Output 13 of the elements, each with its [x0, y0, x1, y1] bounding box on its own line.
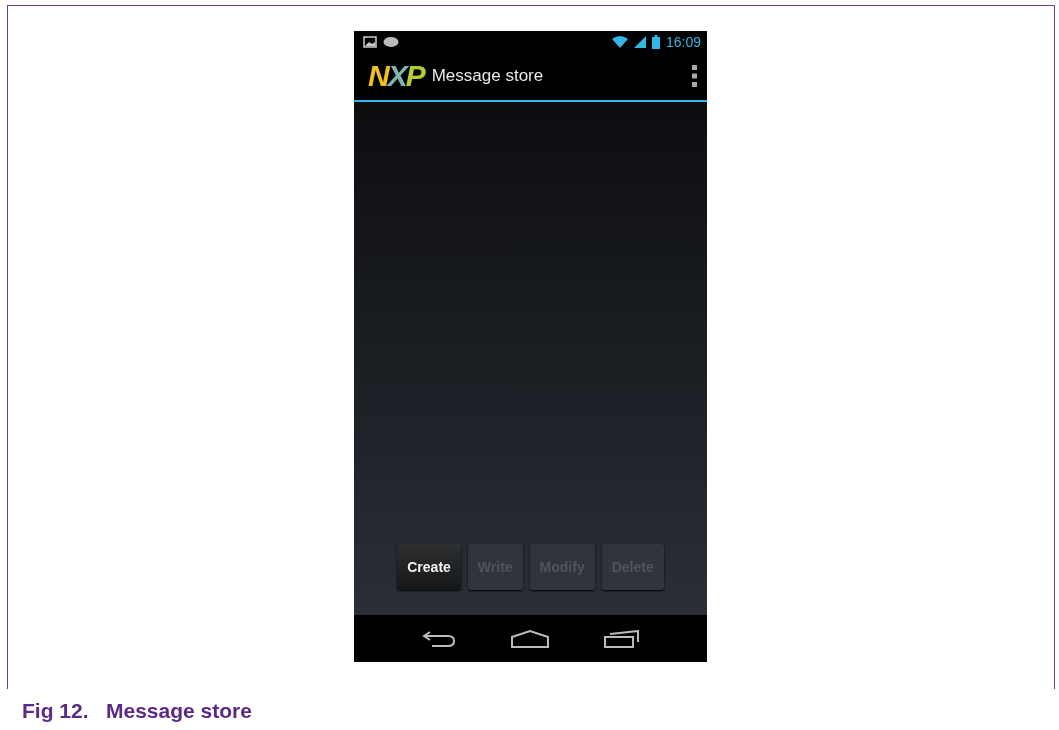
overflow-menu-icon[interactable]	[692, 65, 697, 87]
picture-icon	[363, 35, 377, 48]
recent-apps-icon[interactable]	[603, 629, 640, 648]
action-button[interactable]: Create	[397, 544, 461, 590]
signal-icon	[633, 35, 646, 48]
wifi-icon	[611, 35, 628, 48]
figure-caption: Fig 12. Message store	[21, 698, 253, 723]
app-title: Message store	[431, 66, 544, 86]
clock-text: 16:09	[665, 33, 701, 50]
logo: NXP	[368, 61, 424, 91]
back-icon[interactable]	[421, 629, 456, 648]
battery-icon	[651, 34, 660, 49]
home-icon[interactable]	[510, 629, 549, 648]
